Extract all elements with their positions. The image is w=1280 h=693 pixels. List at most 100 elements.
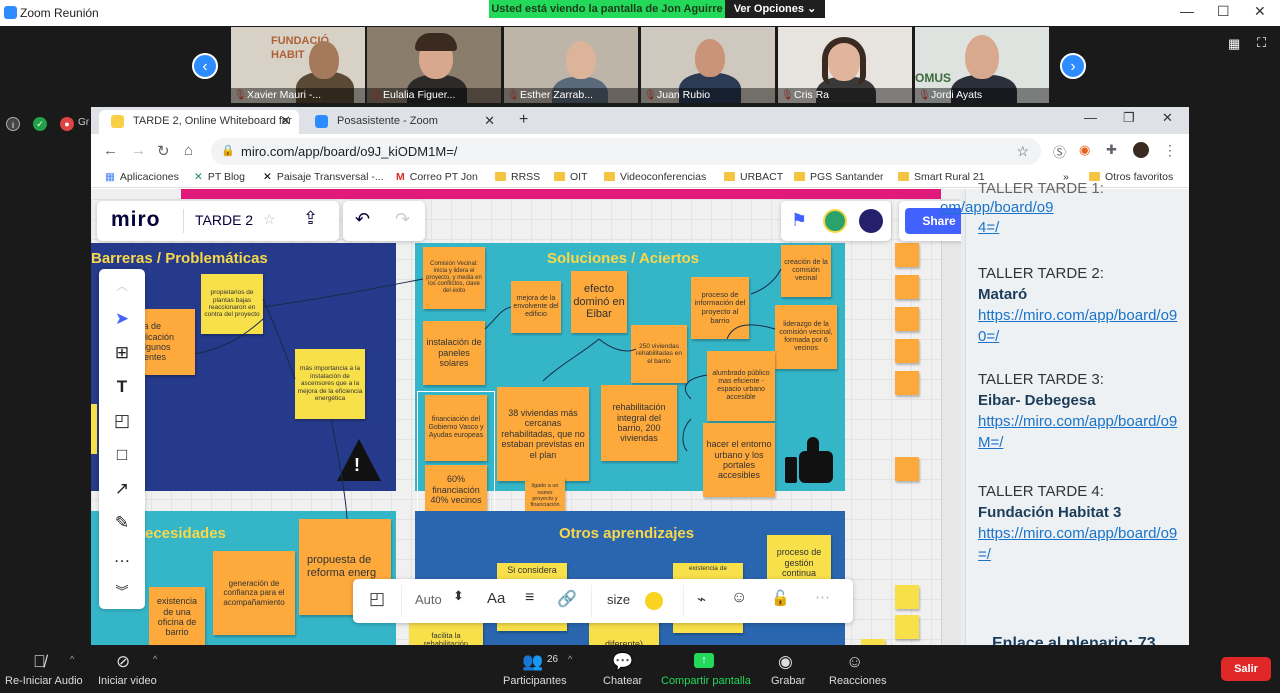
emoji-icon[interactable]: ☺ (731, 589, 747, 607)
templates-icon[interactable]: ⊞ (99, 343, 145, 363)
leave-button[interactable]: Salir (1221, 657, 1271, 681)
sticky-note[interactable] (895, 243, 919, 267)
more-tools-icon[interactable]: … (99, 547, 145, 567)
browser-close-icon[interactable]: ✕ (1162, 110, 1173, 126)
forward-icon[interactable]: → (131, 142, 146, 159)
participants-options-icon[interactable]: ^ (568, 654, 572, 664)
collapse-down-icon[interactable]: ︾ (99, 581, 145, 600)
sticky-note[interactable] (895, 339, 919, 363)
participant-tile[interactable]: FUNDACIÓ HABIT 🎙 Xavier Mauri -... (231, 27, 365, 103)
sticky-note[interactable]: ligado a un nuevo proyecto y financiació… (525, 477, 565, 515)
font-icon[interactable]: Aa (487, 590, 505, 607)
bookmark-folder[interactable]: Smart Rural 21 (898, 171, 985, 183)
link-icon[interactable]: 🔗 (557, 589, 577, 609)
info-icon[interactable]: i (6, 117, 20, 131)
muted-mic-icon[interactable]: 🎙̸ (33, 652, 46, 672)
participants-label[interactable]: Participantes (503, 675, 567, 687)
tab-close-icon[interactable]: ✕ (484, 110, 495, 132)
sticky-note[interactable] (895, 457, 919, 481)
redo-icon[interactable]: ↷ (395, 209, 410, 230)
participant-tile[interactable]: OMUS 🎙 Jordi Ayats (915, 27, 1049, 103)
sticky-note[interactable]: 38 viviendas más cercanas rehabilitadas,… (497, 387, 589, 481)
sticky-note[interactable]: creación de la comisión vecinal (781, 245, 831, 297)
tab-miro[interactable]: TARDE 2, Online Whiteboard for ✕ (99, 110, 299, 134)
reload-icon[interactable]: ↻ (157, 142, 170, 160)
doc-link[interactable]: 4=/ (978, 219, 999, 236)
record-icon[interactable]: ◉ (778, 652, 793, 672)
chat-label[interactable]: Chatear (603, 675, 642, 687)
profile-avatar[interactable] (1133, 142, 1149, 158)
doc-link[interactable]: https://miro.com/app/board/o9 (978, 525, 1177, 542)
bookmark-folder[interactable]: OIT (554, 171, 588, 183)
size-label[interactable]: size (607, 592, 630, 607)
reactions-label[interactable]: Reacciones (829, 675, 886, 687)
bookmark-item[interactable]: M Correo PT Jon (396, 171, 478, 183)
audio-button-label[interactable]: Re-Iniciar Audio (5, 675, 83, 687)
chat-icon[interactable]: 💬 (612, 652, 633, 672)
more-options-icon[interactable]: ⋯ (815, 588, 830, 606)
select-tool-icon[interactable]: ➤ (99, 309, 145, 329)
doc-link[interactable]: https://miro.com/app/board/o9 (978, 413, 1177, 430)
align-icon[interactable]: ≡ (525, 589, 534, 607)
miro-logo[interactable]: miro (111, 208, 161, 232)
sticky-note[interactable] (895, 307, 919, 331)
bookmark-folder[interactable]: Videoconferencias (604, 171, 706, 183)
sticky-note[interactable]: facilita la rehabilitación (409, 621, 483, 645)
collaborator-avatar[interactable] (823, 209, 847, 233)
sticky-note[interactable] (895, 275, 919, 299)
miro-board[interactable]: Barreras / Problemáticas propietarios de… (91, 189, 961, 645)
sticky-note[interactable]: hacer el entorno urbano y los portales a… (703, 423, 775, 497)
sticky-note[interactable] (895, 585, 919, 609)
security-shield-icon[interactable]: ✓ (33, 117, 47, 131)
video-button-label[interactable]: Iniciar video (98, 675, 157, 687)
participant-tile[interactable]: 🎙 Esther Zarrab... (504, 27, 638, 103)
tag-icon[interactable]: ⌁ (697, 590, 706, 608)
doc-link[interactable]: =/ (978, 546, 991, 563)
back-icon[interactable]: ← (103, 142, 118, 159)
participant-tile[interactable]: 🎙 Cris Ra (778, 27, 912, 103)
gallery-view-icon[interactable]: ▦ (1228, 36, 1240, 52)
bookmark-item[interactable]: ✕ PT Blog (194, 171, 245, 183)
reactions-icon[interactable]: ⚑ (791, 210, 807, 231)
export-icon[interactable]: ⇪ (303, 208, 318, 229)
star-icon[interactable]: ☆ (263, 211, 276, 228)
next-page-icon[interactable]: › (1060, 53, 1086, 79)
sticky-note[interactable]: alumbrado público mas eficiente - espaci… (707, 351, 775, 421)
close-icon[interactable]: ✕ (1254, 3, 1266, 20)
view-options-button[interactable]: Ver Opciones ⌄ (725, 0, 825, 18)
minimize-icon[interactable]: — (1180, 3, 1194, 19)
doc-link[interactable]: M=/ (978, 434, 1003, 451)
sticky-note[interactable] (895, 615, 919, 639)
bookmark-folder[interactable]: URBACT (724, 171, 783, 183)
undo-icon[interactable]: ↶ (355, 209, 370, 230)
browser-restore-icon[interactable]: ❐ (1123, 110, 1135, 126)
shape-tool-icon[interactable]: □ (99, 445, 145, 465)
audio-options-icon[interactable]: ^ (70, 654, 74, 664)
sticky-note[interactable]: Comisión Vecinal: inicia y lidera el pro… (423, 247, 485, 309)
share-screen-icon[interactable]: ↑ (694, 653, 714, 668)
new-tab-icon[interactable]: + (519, 111, 528, 129)
video-off-icon[interactable]: ⊘ (116, 652, 130, 672)
participant-tile[interactable]: 🎙 Juan Rubio (641, 27, 775, 103)
collapse-up-icon[interactable]: ︿ (99, 277, 145, 294)
sticky-note[interactable]: instalación de paneles solares (423, 321, 485, 385)
skype-ext-icon[interactable]: Ⓢ (1053, 142, 1066, 161)
doc-link[interactable]: 0=/ (978, 328, 999, 345)
lock-icon[interactable]: 🔓 (771, 589, 790, 607)
tab-zoom[interactable]: Posasistente - Zoom ✕ (303, 110, 503, 134)
font-size-auto[interactable]: Auto (415, 592, 442, 607)
connector-tool-icon[interactable]: ↗ (99, 479, 145, 499)
text-tool-icon[interactable]: T (99, 377, 145, 397)
prev-page-icon[interactable]: ‹ (192, 53, 218, 79)
pen-tool-icon[interactable]: ✎ (99, 513, 145, 533)
sticky-note[interactable]: rehabilitación integral del barrio, 200 … (601, 385, 677, 461)
sticky-note[interactable]: efecto dominó en Eibar (571, 271, 627, 333)
browser-minimize-icon[interactable]: — (1084, 110, 1097, 125)
stepper-icon[interactable]: ⬍ (453, 588, 464, 604)
home-icon[interactable]: ⌂ (184, 142, 193, 159)
sticky-note[interactable]: generación de confianza para el acompaña… (213, 551, 295, 635)
bookmark-item[interactable]: ▦ Aplicaciones (105, 171, 179, 183)
sticky-note-tool-icon[interactable]: ◰ (99, 411, 145, 431)
sticky-note[interactable]: proceso de información del proyecto al b… (691, 277, 749, 339)
sticky-note[interactable]: propietarios de plantas bajas reaccionar… (201, 274, 263, 334)
